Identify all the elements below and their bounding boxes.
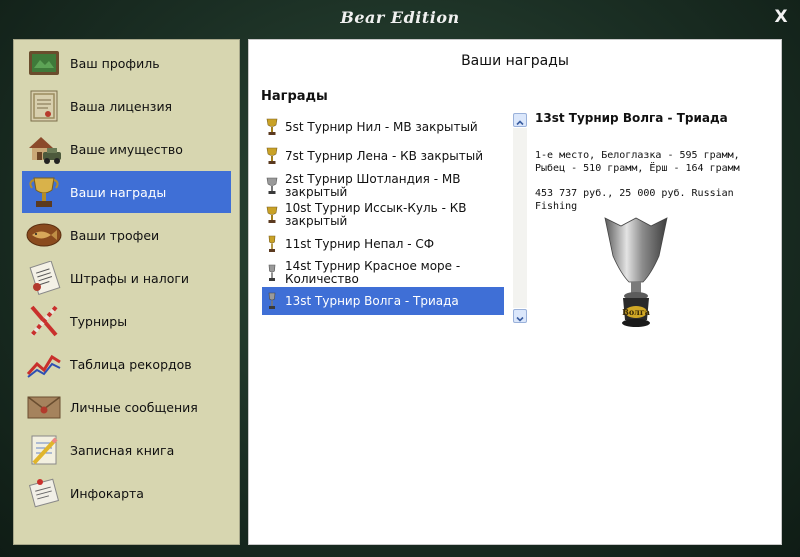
scroll-up-button[interactable] [513,113,527,127]
sidebar-item-label: Штрафы и налоги [70,270,190,286]
fish-plaque-icon [24,215,64,255]
award-label: 14st Турнир Красное море - Количество [285,259,461,286]
scroll-down-button[interactable] [513,309,527,323]
volga-trophy-cup-icon: Волга [601,212,671,338]
gold-cup-icon [262,235,282,253]
award-list-item[interactable]: 10st Турнир Иссык-Куль - КВ закрытый [262,201,504,229]
sidebar-item-profile[interactable]: Ваш профиль [22,42,231,84]
award-list-item[interactable]: 7st Турнир Лена - КВ закрытый [262,144,504,168]
gold-cup-icon [262,206,282,224]
profile-board-icon [24,43,64,83]
sidebar-item-label: Инфокарта [70,485,144,501]
sidebar-item-notebook[interactable]: Записная книга [22,429,231,471]
sidebar-item-label: Ваши награды [70,184,167,200]
award-list-item[interactable]: 14st Турнир Красное море - Количество [262,259,504,287]
title-bar: Bear Edition X [0,0,800,36]
award-label: 11st Турнир Непал - СФ [285,236,435,251]
notebook-pencil-icon [24,430,64,470]
close-button[interactable]: X [770,6,792,28]
sidebar-item-label: Ваша лицензия [70,98,173,114]
sidebar-item-records[interactable]: Таблица рекордов [22,343,231,385]
sidebar-item-label: Ваше имущество [70,141,183,157]
awards-list-title: Награды [261,89,328,104]
fines-document-icon [24,258,64,298]
sidebar-item-messages[interactable]: Личные сообщения [22,386,231,428]
sidebar-item-property[interactable]: Ваше имущество [22,128,231,170]
award-label: 10st Турнир Иссык-Куль - КВ закрытый [285,201,467,228]
sidebar-item-tournaments[interactable]: Турниры [22,300,231,342]
chevron-down-icon [516,316,524,322]
sidebar-item-license[interactable]: Ваша лицензия [22,85,231,127]
award-detail-prize: 453 737 руб., 25 000 руб. Russian Fishin… [535,188,734,212]
award-list-item[interactable]: 13st Турнир Волга - Триада [262,287,504,315]
award-list-item[interactable]: 11st Турнир Непал - СФ [262,232,504,256]
scrollbar-track[interactable] [513,128,527,308]
sidebar-item-label: Личные сообщения [70,399,198,415]
award-list-item[interactable]: 2st Турнир Шотландия - МВ закрытый [262,172,504,200]
gold-cup-icon [262,118,282,136]
awards-list: 5st Турнир Нил - МВ закрытый 7st Турнир … [262,113,504,323]
info-card-icon [24,473,64,513]
tournament-flags-icon [24,301,64,341]
sidebar-item-label: Записная книга [70,442,175,458]
award-detail-title: 13st Турнир Волга - Триада [535,111,728,125]
trophy-icon [24,172,64,212]
sidebar-item-label: Таблица рекордов [70,356,192,372]
sidebar-item-trophies[interactable]: Ваши трофеи [22,214,231,256]
silver-cup-icon [262,292,282,310]
sidebar-item-label: Турниры [70,313,128,329]
sidebar-item-infocard[interactable]: Инфокарта [22,472,231,514]
award-label: 7st Турнир Лена - КВ закрытый [285,148,483,163]
award-list-item[interactable]: 5st Турнир Нил - МВ закрытый [262,115,504,139]
property-house-car-icon [24,129,64,169]
page-title: Ваши награды [461,53,569,69]
records-chart-icon [24,344,64,384]
award-detail-result: 1-е место, Белоглазка - 595 грамм, Рыбец… [535,150,740,174]
sidebar-item-fines[interactable]: Штрафы и налоги [22,257,231,299]
gold-cup-icon [262,147,282,165]
award-label: 5st Турнир Нил - МВ закрытый [285,119,478,134]
app-title: Bear Edition [340,8,460,27]
award-label: 2st Турнир Шотландия - МВ закрытый [285,172,461,199]
awards-panel: Ваши награды Награды 5st Турнир Нил - МВ… [248,39,782,545]
sidebar-item-awards[interactable]: Ваши награды [22,171,231,213]
trophy-engraving: Волга [622,307,650,317]
silver-cup-icon [262,177,282,195]
sidebar-item-label: Ваш профиль [70,55,160,71]
envelope-icon [24,387,64,427]
awards-list-scrollbar[interactable] [513,113,527,323]
license-certificate-icon [24,86,64,126]
award-label: 13st Турнир Волга - Триада [285,293,459,308]
sidebar-item-label: Ваши трофеи [70,227,160,243]
sidebar: Ваш профиль Ваша лицензия Ваше имущество… [13,39,240,545]
silver-cup-icon [262,264,282,282]
